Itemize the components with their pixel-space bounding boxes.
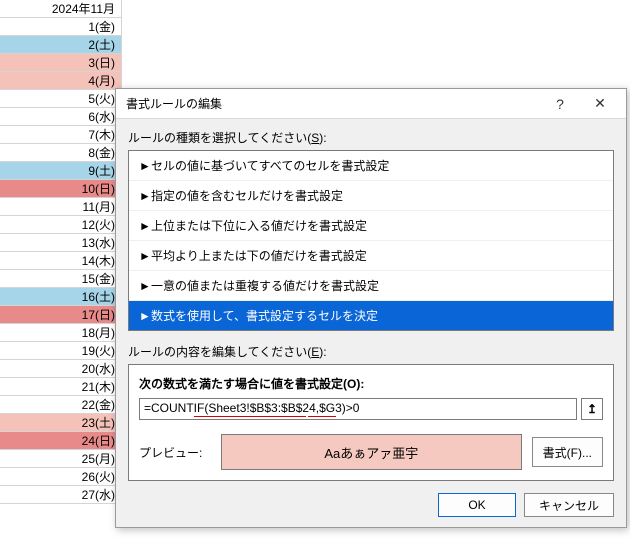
date-cell[interactable]: 2(土) [0,36,122,54]
date-cell[interactable]: 6(水) [0,108,122,126]
sheet-header[interactable]: 2024年11月 [0,0,122,18]
format-button[interactable]: 書式(F)... [532,437,603,467]
arrow-icon: ► [139,219,151,233]
dialog-button-row: OK キャンセル [438,493,614,517]
dialog-titlebar: 書式ルールの編集 ? ✕ [116,89,626,119]
rule-edit-box: 次の数式を満たす場合に値を書式設定(O): =COUNTIF(Sheet3!$B… [128,364,614,481]
date-cell[interactable]: 17(日) [0,306,122,324]
date-cell[interactable]: 11(月) [0,198,122,216]
rule-type-list[interactable]: ► セルの値に基づいてすべてのセルを書式設定► 指定の値を含むセルだけを書式設定… [128,150,614,331]
rule-type-item[interactable]: ► 上位または下位に入る値だけを書式設定 [129,211,613,241]
close-button[interactable]: ✕ [580,90,620,118]
date-cell[interactable]: 24(日) [0,432,122,450]
date-cell[interactable]: 23(土) [0,414,122,432]
date-cell[interactable]: 15(金) [0,270,122,288]
rule-type-label: ルールの種類を選択してください(S): [128,129,614,146]
date-cell[interactable]: 5(火) [0,90,122,108]
arrow-icon: ► [139,279,151,293]
date-cell[interactable]: 13(水) [0,234,122,252]
date-cell[interactable]: 3(日) [0,54,122,72]
cancel-button[interactable]: キャンセル [524,493,614,517]
ok-button[interactable]: OK [438,493,516,517]
date-cell[interactable]: 22(金) [0,396,122,414]
date-cell[interactable]: 10(日) [0,180,122,198]
date-cell[interactable]: 14(木) [0,252,122,270]
rule-edit-label: ルールの内容を編集してください(E): [128,343,614,360]
rule-type-item[interactable]: ► 数式を使用して、書式設定するセルを決定 [129,301,613,330]
formula-input[interactable]: =COUNTIF(Sheet3!$B$3:$B$24,$G3)>0 [139,398,577,420]
preview-box: Aaあぁアァ亜宇 [221,434,522,470]
date-cell[interactable]: 18(月) [0,324,122,342]
date-cell[interactable]: 4(月) [0,72,122,90]
format-rule-dialog: 書式ルールの編集 ? ✕ ルールの種類を選択してください(S): ► セルの値に… [115,88,627,528]
rule-type-label: セルの値に基づいてすべてのセルを書式設定 [151,159,389,173]
dialog-title: 書式ルールの編集 [126,95,540,112]
date-cell[interactable]: 12(火) [0,216,122,234]
rule-type-label: 一意の値または重複する値だけを書式設定 [151,279,379,293]
date-cell[interactable]: 7(木) [0,126,122,144]
rule-type-item[interactable]: ► 一意の値または重複する値だけを書式設定 [129,271,613,301]
spreadsheet-column: 2024年11月 1(金)2(土)3(日)4(月)5(火)6(水)7(木)8(金… [0,0,122,504]
rule-type-item[interactable]: ► 指定の値を含むセルだけを書式設定 [129,181,613,211]
help-button[interactable]: ? [540,90,580,118]
rule-type-label: 指定の値を含むセルだけを書式設定 [151,189,343,203]
rule-type-label: 数式を使用して、書式設定するセルを決定 [151,309,378,323]
collapse-dialog-button[interactable]: ↥ [581,398,603,420]
date-cell[interactable]: 26(火) [0,468,122,486]
arrow-icon: ► [139,309,151,323]
rule-type-label: 上位または下位に入る値だけを書式設定 [151,219,367,233]
date-cell[interactable]: 27(水) [0,486,122,504]
arrow-icon: ► [139,249,151,263]
arrow-icon: ► [139,189,151,203]
date-cell[interactable]: 8(金) [0,144,122,162]
rule-type-label: 平均より上または下の値だけを書式設定 [151,249,367,263]
preview-label: プレビュー: [139,444,211,461]
date-cell[interactable]: 1(金) [0,18,122,36]
dialog-body: ルールの種類を選択してください(S): ► セルの値に基づいてすべてのセルを書式… [116,119,626,493]
date-cell[interactable]: 19(火) [0,342,122,360]
date-cell[interactable]: 16(土) [0,288,122,306]
rule-type-item[interactable]: ► セルの値に基づいてすべてのセルを書式設定 [129,151,613,181]
arrow-icon: ► [139,159,151,173]
rule-type-item[interactable]: ► 平均より上または下の値だけを書式設定 [129,241,613,271]
formula-label: 次の数式を満たす場合に値を書式設定(O): [139,375,603,392]
date-cell[interactable]: 9(土) [0,162,122,180]
date-cell[interactable]: 21(木) [0,378,122,396]
date-cell[interactable]: 25(月) [0,450,122,468]
date-cell[interactable]: 20(水) [0,360,122,378]
